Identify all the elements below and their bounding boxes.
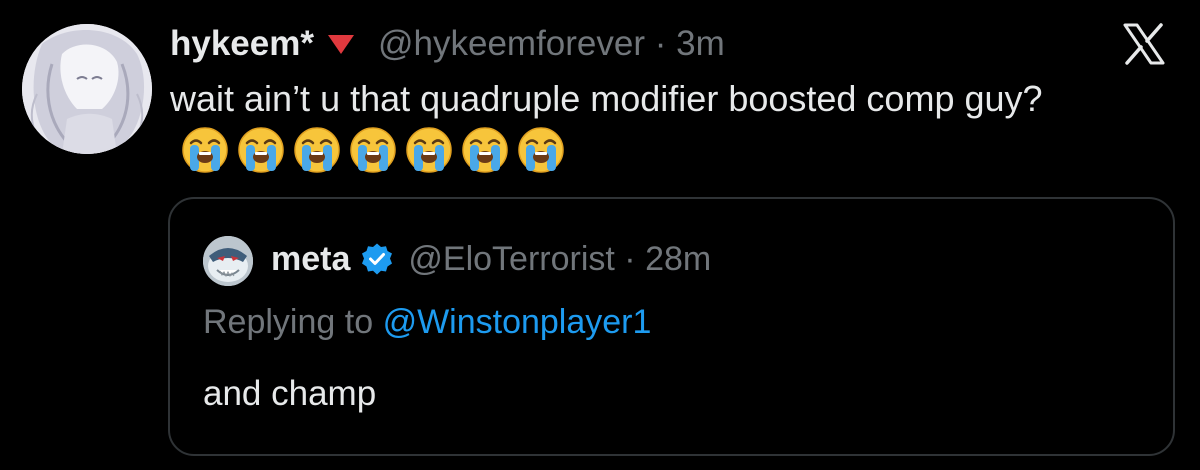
quote-avatar[interactable] xyxy=(203,236,253,286)
quote-timestamp[interactable]: 28m xyxy=(645,240,711,279)
tweet-body: wait ain’t u that quadruple modifier boo… xyxy=(170,78,1043,119)
quote-author-name[interactable]: meta xyxy=(271,240,350,279)
x-logo-icon[interactable] xyxy=(1122,22,1166,66)
red-triangle-down-icon xyxy=(326,32,356,56)
avatar[interactable] xyxy=(22,24,152,154)
verified-badge-icon xyxy=(360,242,394,276)
replying-prefix: Replying to xyxy=(203,303,374,341)
replying-to-line: Replying to @Winstonplayer1 xyxy=(203,303,651,342)
loudly-crying-face-icon xyxy=(460,125,510,175)
loudly-crying-face-icon xyxy=(292,125,342,175)
tweet-text: wait ain’t u that quadruple modifier boo… xyxy=(170,74,1130,175)
quote-author-handle[interactable]: @EloTerrorist xyxy=(408,240,614,279)
timestamp[interactable]: 3m xyxy=(676,24,725,64)
quote-avatar-character-icon xyxy=(203,236,253,286)
replying-to-mention-link[interactable]: @Winstonplayer1 xyxy=(383,303,652,341)
loudly-crying-face-icon xyxy=(516,125,566,175)
loudly-crying-face-icon xyxy=(236,125,286,175)
quote-header: meta @EloTerrorist · 28m xyxy=(271,237,711,281)
author-name[interactable]: hykeem* xyxy=(170,24,314,64)
emoji-row xyxy=(180,125,566,175)
quoted-tweet[interactable]: meta @EloTerrorist · 28m Replying to @Wi… xyxy=(168,197,1175,456)
avatar-anime-art-icon xyxy=(22,24,152,154)
tweet-card: hykeem* @hykeemforever · 3m wait ain’t u… xyxy=(0,0,1200,470)
meta-separator: · xyxy=(654,24,667,63)
loudly-crying-face-icon xyxy=(404,125,454,175)
quote-meta-separator: · xyxy=(624,239,636,278)
loudly-crying-face-icon xyxy=(180,125,230,175)
author-handle[interactable]: @hykeemforever xyxy=(378,24,645,64)
loudly-crying-face-icon xyxy=(348,125,398,175)
tweet-header: hykeem* @hykeemforever · 3m xyxy=(170,22,725,66)
quote-text: and champ xyxy=(203,374,377,413)
